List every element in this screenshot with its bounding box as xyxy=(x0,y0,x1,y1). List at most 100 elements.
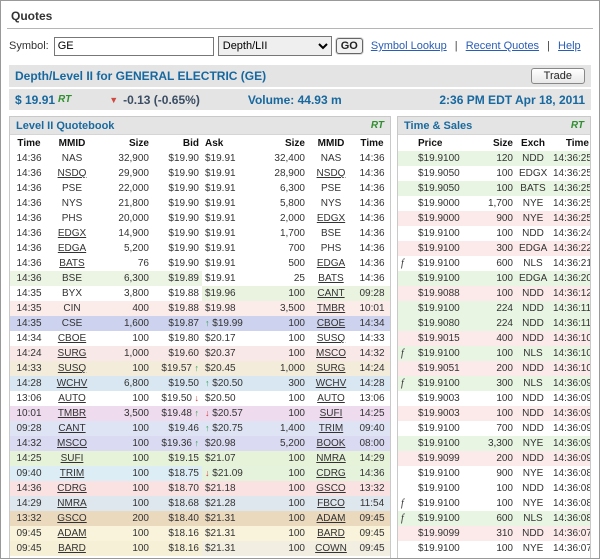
mmid-link[interactable]: EDGX xyxy=(58,228,86,239)
mmid-link[interactable]: TRIM xyxy=(319,423,343,434)
bid-price: $19.57 ↑ xyxy=(152,361,202,376)
symbol-input[interactable] xyxy=(54,37,214,56)
trade-time: 14:36:08 xyxy=(550,496,591,511)
mmid-link[interactable]: NMRA xyxy=(57,498,86,509)
mmid-link[interactable]: SUFI xyxy=(320,408,343,419)
ask-mmid-cell: ADAM xyxy=(308,511,354,526)
bid-size: 1,000 xyxy=(96,346,152,361)
mmid-link[interactable]: GSCO xyxy=(57,513,86,524)
mmid-link[interactable]: TRIM xyxy=(60,468,84,479)
trade-exch: NDD xyxy=(516,301,550,316)
mmid-link[interactable]: GSCO xyxy=(316,483,345,494)
tns-row: $19.9100300EDGA14:36:22 xyxy=(398,241,591,256)
mmid-link[interactable]: EDGA xyxy=(317,258,345,269)
bid-mmid-cell: MSCO xyxy=(48,436,96,451)
bid-size: 3,500 xyxy=(96,406,152,421)
trade-time: 14:36:25 xyxy=(550,196,591,211)
mmid-link[interactable]: TMBR xyxy=(317,303,345,314)
mmid-link[interactable]: BATS xyxy=(318,273,343,284)
mmid-link[interactable]: COWN xyxy=(315,543,347,554)
trade-exch: NDD xyxy=(516,226,550,241)
ask-price: $19.91 xyxy=(202,211,258,226)
mmid-link[interactable]: CDRG xyxy=(57,483,86,494)
level2-panel: Level II Quotebook RT Time MMID Size Bid… xyxy=(9,116,391,559)
tns-row: $19.9003100NDD14:36:09 xyxy=(398,406,591,421)
quote-type-select[interactable]: Depth/LII xyxy=(218,36,332,56)
ask-price: ↑ $19.99 xyxy=(202,316,258,331)
mmid-label: PHS xyxy=(62,213,83,224)
level2-row: 14:25SUFI100$19.15$21.07100NMRA14:29 xyxy=(10,451,390,466)
recent-quotes-link[interactable]: Recent Quotes xyxy=(466,40,539,52)
mmid-link[interactable]: SUSQ xyxy=(58,363,86,374)
mmid-label: PSE xyxy=(321,183,341,194)
ask-size: 100 xyxy=(258,526,308,541)
mmid-label: PHS xyxy=(321,243,342,254)
mmid-link[interactable]: NSDQ xyxy=(58,168,87,179)
mmid-link[interactable]: WCHV xyxy=(57,378,88,389)
trade-price: $19.9000 xyxy=(410,196,474,211)
mmid-link[interactable]: BOOK xyxy=(317,438,346,449)
mmid-link[interactable]: BATS xyxy=(59,258,84,269)
ask-time: 09:45 xyxy=(354,511,390,526)
level2-row: 14:29NMRA100$18.68$21.28100FBCO11:54 xyxy=(10,496,390,511)
mmid-link[interactable]: SUFI xyxy=(61,453,84,464)
mmid-link[interactable]: CDRG xyxy=(316,468,345,479)
ask-size: 1,400 xyxy=(258,421,308,436)
symbol-lookup-link[interactable]: Symbol Lookup xyxy=(371,40,447,52)
bid-time: 14:35 xyxy=(10,316,48,331)
mmid-label: NAS xyxy=(321,153,342,164)
ask-price: $21.31 xyxy=(202,511,258,526)
mmid-link[interactable]: ADAM xyxy=(317,513,346,524)
mmid-link[interactable]: CBOE xyxy=(317,318,345,329)
bid-size: 6,800 xyxy=(96,376,152,391)
mmid-link[interactable]: CANT xyxy=(58,423,85,434)
mmid-link[interactable]: BARD xyxy=(317,528,345,539)
help-link[interactable]: Help xyxy=(558,40,581,52)
mmid-link[interactable]: TMBR xyxy=(58,408,86,419)
bid-price: $19.90 xyxy=(152,196,202,211)
mmid-link[interactable]: CANT xyxy=(317,288,344,299)
col-flag xyxy=(398,135,410,151)
tns-row: $19.9100100NDD14:36:24 xyxy=(398,226,591,241)
level2-row: 14:36EDGX14,900$19.90$19.911,700BSE14:36 xyxy=(10,226,390,241)
bid-price: $19.50 xyxy=(152,376,202,391)
mmid-link[interactable]: ADAM xyxy=(58,528,87,539)
ask-mmid-cell: NSDQ xyxy=(308,166,354,181)
trade-price: $19.9051 xyxy=(410,361,474,376)
arrow-down-icon: ↓ xyxy=(205,408,210,418)
mmid-link[interactable]: CBOE xyxy=(58,333,86,344)
trade-price: $19.9100 xyxy=(410,256,474,271)
mmid-link[interactable]: EDGX xyxy=(317,213,345,224)
mmid-link[interactable]: MSCO xyxy=(57,438,87,449)
level2-row: 14:36BATS76$19.90$19.91500EDGA14:36 xyxy=(10,256,390,271)
mmid-link[interactable]: NSDQ xyxy=(317,168,346,179)
ask-time: 14:33 xyxy=(354,331,390,346)
trade-button[interactable]: Trade xyxy=(531,68,585,84)
ask-mmid-cell: PHS xyxy=(308,241,354,256)
tns-row: $19.9100700NDD14:36:09 xyxy=(398,421,591,436)
ask-price: ↓ $20.57 xyxy=(202,406,258,421)
mmid-link[interactable]: AUTO xyxy=(58,393,86,404)
ask-price: $21.31 xyxy=(202,526,258,541)
col-ask-size: Size xyxy=(258,135,308,151)
go-button[interactable]: GO xyxy=(336,38,363,54)
col-bid: Bid xyxy=(152,135,202,151)
ask-size: 5,800 xyxy=(258,196,308,211)
mmid-link[interactable]: EDGA xyxy=(58,243,86,254)
bid-mmid-cell: SUSQ xyxy=(48,361,96,376)
mmid-link[interactable]: AUTO xyxy=(317,393,345,404)
mmid-link[interactable]: SURG xyxy=(58,348,87,359)
mmid-link[interactable]: SURG xyxy=(317,363,346,374)
mmid-link[interactable]: NMRA xyxy=(316,453,345,464)
trade-size: 200 xyxy=(474,361,516,376)
mmid-link[interactable]: WCHV xyxy=(316,378,347,389)
trade-price: $19.9088 xyxy=(410,286,474,301)
ask-size: 1,000 xyxy=(258,361,308,376)
ask-size: 300 xyxy=(258,376,308,391)
bid-size: 6,300 xyxy=(96,271,152,286)
mmid-link[interactable]: FBCO xyxy=(317,498,345,509)
mmid-link[interactable]: SUSQ xyxy=(317,333,345,344)
mmid-link[interactable]: BARD xyxy=(58,543,86,554)
col-size: Size xyxy=(474,135,516,151)
mmid-link[interactable]: MSCO xyxy=(316,348,346,359)
